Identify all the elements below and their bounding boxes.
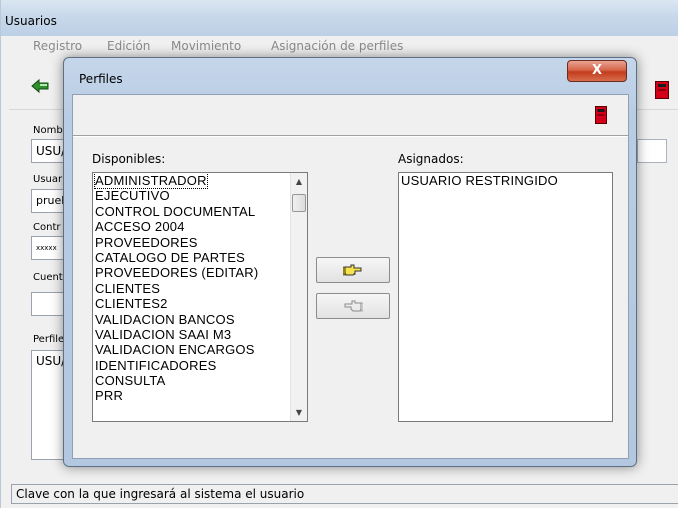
list-item[interactable]: PRR xyxy=(93,388,291,403)
exit-door-icon[interactable] xyxy=(655,81,669,99)
list-item[interactable]: VALIDACION BANCOS xyxy=(93,312,291,327)
perfiles-dialog: Perfiles X Disponibles: Asignados: ADMIN… xyxy=(63,57,637,467)
list-item[interactable]: CLIENTES2 xyxy=(93,296,291,311)
pointing-hand-right-icon xyxy=(342,264,362,276)
list-item[interactable]: EJECUTIVO xyxy=(93,188,291,203)
menu-registro[interactable]: Registro xyxy=(33,39,82,53)
list-item[interactable]: CONTROL DOCUMENTAL xyxy=(93,204,291,219)
status-bar: Clave con la que ingresará al sistema el… xyxy=(11,484,678,504)
list-item[interactable]: IDENTIFICADORES xyxy=(93,358,291,373)
usuario-field[interactable]: prueb xyxy=(31,189,66,213)
scroll-thumb[interactable] xyxy=(292,194,306,212)
label-nombre: Nomb xyxy=(33,125,63,136)
usuarios-titlebar: Usuarios xyxy=(1,0,678,36)
dialog-client-area: Disponibles: Asignados: ADMINISTRADOR EJ… xyxy=(72,94,629,459)
label-cuenta: Cuent xyxy=(33,272,63,283)
right-field[interactable] xyxy=(637,139,667,163)
list-item[interactable]: CONSULTA xyxy=(93,373,291,388)
status-text: Clave con la que ingresará al sistema el… xyxy=(16,487,305,501)
vertical-scrollbar[interactable]: ▲ ▼ xyxy=(290,173,307,421)
menu-edicion[interactable]: Edición xyxy=(107,39,150,53)
list-item[interactable]: PROVEEDORES xyxy=(93,235,291,250)
label-contrasena: Contr xyxy=(33,222,61,233)
menu-movimiento[interactable]: Movimiento xyxy=(171,39,241,53)
usuarios-menubar: Registro Edición Movimiento Asignación d… xyxy=(9,36,678,57)
list-item[interactable]: USUARIO RESTRINGIDO xyxy=(399,173,612,188)
disponibles-label: Disponibles: xyxy=(92,152,166,166)
asignados-label: Asignados: xyxy=(398,152,464,166)
close-icon: X xyxy=(591,63,603,78)
list-item[interactable]: CLIENTES xyxy=(93,281,291,296)
menu-asignacion-perfiles[interactable]: Asignación de perfiles xyxy=(271,39,403,53)
scroll-up-arrow-icon[interactable]: ▲ xyxy=(291,173,307,190)
divider xyxy=(73,135,628,137)
list-item[interactable]: ADMINISTRADOR xyxy=(93,173,291,189)
disponibles-items: ADMINISTRADOR EJECUTIVO CONTROL DOCUMENT… xyxy=(93,173,291,404)
dialog-title: Perfiles xyxy=(79,72,123,86)
usuarios-title: Usuarios xyxy=(5,14,57,28)
label-perfiles: Perfile xyxy=(33,334,65,345)
scroll-down-arrow-icon[interactable]: ▼ xyxy=(291,404,307,421)
remove-profile-button[interactable] xyxy=(316,293,390,319)
nombre-field[interactable]: USU/ xyxy=(31,139,66,163)
list-item[interactable]: CATALOGO DE PARTES xyxy=(93,250,291,265)
exit-door-icon[interactable] xyxy=(595,106,607,124)
list-item[interactable]: VALIDACION SAAI M3 xyxy=(93,327,291,342)
list-item[interactable]: VALIDACION ENCARGOS xyxy=(93,342,291,357)
list-item[interactable]: ACCESO 2004 xyxy=(93,219,291,234)
pointing-hand-left-icon xyxy=(344,300,364,312)
close-button[interactable]: X xyxy=(567,60,627,82)
disponibles-list[interactable]: ADMINISTRADOR EJECUTIVO CONTROL DOCUMENT… xyxy=(92,172,308,422)
asignados-list[interactable]: USUARIO RESTRINGIDO xyxy=(398,172,613,422)
list-item[interactable]: PROVEEDORES (EDITAR) xyxy=(93,265,291,280)
back-arrow-icon[interactable] xyxy=(31,77,49,95)
cuenta-field[interactable] xyxy=(31,292,66,316)
assign-profile-button[interactable] xyxy=(316,257,390,283)
contrasena-field[interactable]: xxxxx xyxy=(31,236,66,260)
label-usuario: Usuar xyxy=(33,174,63,185)
